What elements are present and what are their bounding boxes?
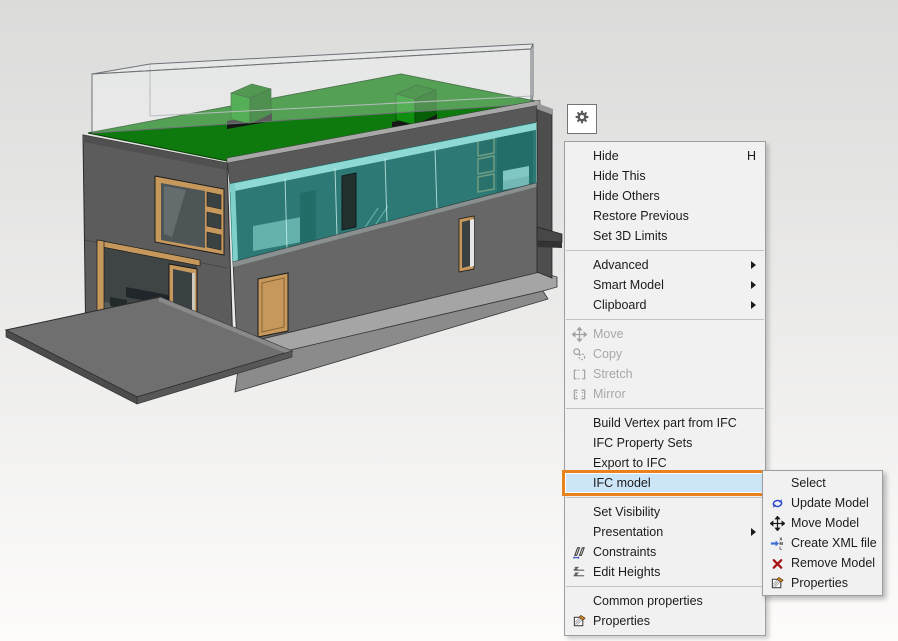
icon-spacer (569, 415, 589, 431)
icon-spacer (569, 208, 589, 224)
icon-spacer (569, 593, 589, 609)
submenu-item-properties[interactable]: Properties (763, 573, 882, 593)
stretch-icon (569, 366, 589, 382)
submenu-item-create-xml-file[interactable]: X M L Create XML file (763, 533, 882, 553)
remove-model-icon (767, 555, 787, 571)
constraints-icon (569, 544, 589, 560)
icon-spacer (569, 257, 589, 273)
mirror-icon (569, 386, 589, 402)
icon-spacer (569, 228, 589, 244)
icon-spacer (569, 524, 589, 540)
menu-separator (566, 586, 764, 587)
submenu-arrow-icon (751, 281, 756, 289)
menu-item-build-vertex-part-from-ifc[interactable]: Build Vertex part from IFC (565, 413, 765, 433)
copy-icon (569, 346, 589, 362)
icon-spacer (569, 188, 589, 204)
icon-spacer (767, 475, 787, 491)
view-options-button[interactable] (567, 104, 597, 134)
edit-heights-icon (569, 564, 589, 580)
menu-item-move: Move (565, 324, 765, 344)
icon-spacer (569, 148, 589, 164)
submenu-item-move-model[interactable]: Move Model (763, 513, 882, 533)
submenu-item-select[interactable]: Select (763, 473, 882, 493)
create-xml-file-icon: X M L (767, 535, 787, 551)
menu-item-ifc-model[interactable]: IFC model (565, 473, 765, 493)
context-menu: Hide H Hide This Hide Others Restore Pre… (564, 141, 766, 636)
submenu-arrow-icon (751, 261, 756, 269)
menu-separator (566, 497, 764, 498)
menu-separator (566, 319, 764, 320)
application-window: Hide H Hide This Hide Others Restore Pre… (0, 0, 898, 641)
move-icon (569, 326, 589, 342)
properties-icon (767, 575, 787, 591)
icon-spacer (569, 168, 589, 184)
shortcut-key: H (747, 149, 756, 163)
menu-item-hide-this[interactable]: Hide This (565, 166, 765, 186)
right-end-face (537, 103, 562, 278)
menu-item-smart-model[interactable]: Smart Model (565, 275, 765, 295)
move-model-icon (767, 515, 787, 531)
menu-item-set-visibility[interactable]: Set Visibility (565, 502, 765, 522)
icon-spacer (569, 277, 589, 293)
menu-item-ifc-property-sets[interactable]: IFC Property Sets (565, 433, 765, 453)
menu-item-copy: Copy (565, 344, 765, 364)
menu-item-restore-previous[interactable]: Restore Previous (565, 206, 765, 226)
properties-icon (569, 613, 589, 629)
svg-text:L: L (779, 545, 782, 550)
menu-item-constraints[interactable]: Constraints (565, 542, 765, 562)
submenu-item-remove-model[interactable]: Remove Model (763, 553, 882, 573)
icon-spacer (569, 297, 589, 313)
icon-spacer (569, 435, 589, 451)
gear-icon (572, 107, 592, 132)
icon-spacer (569, 504, 589, 520)
menu-separator (566, 408, 764, 409)
submenu-arrow-icon (751, 528, 756, 536)
menu-item-clipboard[interactable]: Clipboard (565, 295, 765, 315)
menu-item-presentation[interactable]: Presentation (565, 522, 765, 542)
icon-spacer (569, 455, 589, 471)
menu-item-hide-others[interactable]: Hide Others (565, 186, 765, 206)
menu-item-advanced[interactable]: Advanced (565, 255, 765, 275)
menu-item-hide[interactable]: Hide H (565, 146, 765, 166)
menu-item-edit-heights[interactable]: Edit Heights (565, 562, 765, 582)
menu-separator (566, 250, 764, 251)
menu-item-stretch: Stretch (565, 364, 765, 384)
submenu-item-update-model[interactable]: Update Model (763, 493, 882, 513)
menu-item-mirror: Mirror (565, 384, 765, 404)
menu-item-common-properties[interactable]: Common properties (565, 591, 765, 611)
icon-spacer (569, 475, 589, 491)
update-model-icon (767, 495, 787, 511)
menu-item-properties[interactable]: Properties (565, 611, 765, 631)
menu-item-set-3d-limits[interactable]: Set 3D Limits (565, 226, 765, 246)
submenu-arrow-icon (751, 301, 756, 309)
ifc-model-submenu: Select Update Model Move Mo (762, 470, 883, 596)
